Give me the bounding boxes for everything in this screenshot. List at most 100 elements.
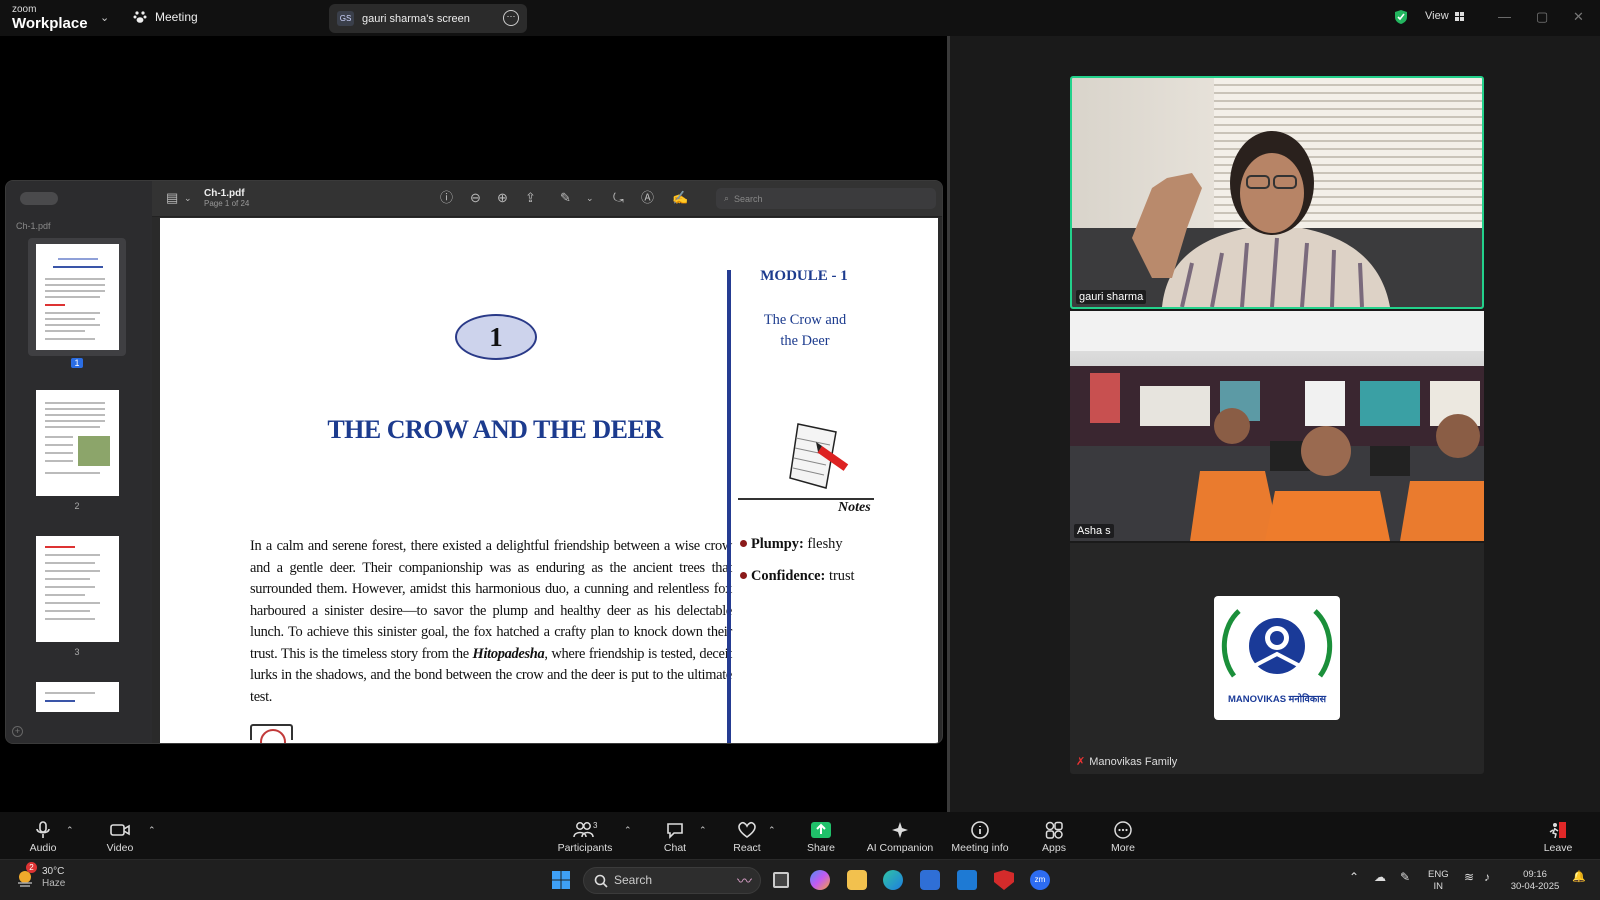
onedrive-cloud-icon[interactable]: ☁ <box>1374 871 1386 883</box>
edge-browser-icon[interactable] <box>883 870 903 890</box>
participants-button[interactable]: 3 Participants <box>549 820 621 854</box>
dell-icon[interactable] <box>957 870 977 890</box>
chevron-up-icon[interactable]: ⌃ <box>1349 871 1359 883</box>
grid-icon <box>1454 11 1464 21</box>
taskbar-search-box[interactable]: Search 〰 <box>583 867 761 894</box>
thumbnail-label: 1 <box>71 358 83 368</box>
meeting-menu[interactable]: Meeting <box>133 10 198 24</box>
participant-name-label: ✗ Manovikas Family <box>1076 755 1177 768</box>
info-icon[interactable]: ⓘ <box>440 191 453 204</box>
page-info: Page 1 of 24 <box>204 199 250 208</box>
wifi-icon[interactable]: ≋ <box>1464 871 1474 883</box>
module-subtitle-line: The Crow and <box>763 312 847 328</box>
thumbnail-image <box>36 536 119 642</box>
file-explorer-icon[interactable] <box>847 870 867 890</box>
share-icon[interactable]: ⇪ <box>525 191 536 204</box>
notepad-pencil-icon <box>789 423 849 489</box>
minimize-icon[interactable]: — <box>1498 9 1511 24</box>
copilot-icon[interactable] <box>810 870 830 890</box>
paw-icon <box>133 11 147 23</box>
video-tile[interactable]: Asha s <box>1070 311 1484 541</box>
chevron-up-icon[interactable]: ⌃ <box>768 825 776 836</box>
meeting-info-button[interactable]: Meeting info <box>944 820 1016 854</box>
shared-screen-label: gauri sharma's screen <box>362 12 470 25</box>
thumbnail-label: 2 <box>74 501 80 511</box>
chapter-body-text: In a calm and serene forest, there exist… <box>250 536 732 708</box>
chevron-up-icon[interactable]: ⌃ <box>624 825 632 836</box>
page-thumbnail[interactable] <box>28 676 126 712</box>
language-code: ENG <box>1428 869 1449 880</box>
sparkle-icon <box>892 822 908 838</box>
margin-rule <box>727 270 731 743</box>
chevron-down-icon[interactable]: ⌄ <box>184 194 192 203</box>
page-thumbnail[interactable]: 2 <box>28 384 126 511</box>
close-icon[interactable]: ✕ <box>1573 9 1584 25</box>
weather-widget[interactable]: 2 30°C Haze <box>16 862 65 890</box>
ai-companion-label: AI Companion <box>866 842 934 854</box>
apps-button[interactable]: Apps <box>1019 820 1089 854</box>
rotate-icon[interactable]: ⤿ <box>613 191 624 204</box>
chevron-up-icon[interactable]: ⌃ <box>66 825 74 836</box>
zoom-workplace-logo[interactable]: zoom Workplace <box>12 4 88 32</box>
weather-temperature: 30°C <box>42 866 65 877</box>
clock-date: 30-04-2025 <box>1510 881 1560 892</box>
leave-button[interactable]: Leave <box>1523 820 1593 854</box>
pen-menu-icon[interactable]: ✎ <box>1400 871 1410 883</box>
logo-main-text: Workplace <box>12 15 88 32</box>
zoom-out-icon[interactable]: ⊖ <box>470 191 481 204</box>
encryption-shield-icon[interactable] <box>1394 9 1408 25</box>
chevron-down-icon[interactable]: ⌄ <box>586 194 594 203</box>
video-button[interactable]: Video <box>85 820 155 854</box>
notification-bell-icon[interactable]: 🔔 <box>1572 871 1586 883</box>
panel-splitter[interactable] <box>947 36 950 812</box>
chevron-up-icon[interactable]: ⌃ <box>148 825 156 836</box>
windows-taskbar: 2 30°C Haze Search 〰 zm ⌃ ☁ ✎ ENG IN ≋ ♪… <box>0 859 1600 900</box>
view-menu[interactable]: View <box>1425 10 1464 22</box>
taskbar-search-label: Search <box>614 873 653 887</box>
participant-name-label: Asha s <box>1074 524 1114 538</box>
markup-icon[interactable]: Ⓐ <box>641 191 654 204</box>
view-label: View <box>1425 10 1449 22</box>
mcafee-icon[interactable] <box>994 870 1014 890</box>
more-options-icon[interactable]: ··· <box>503 10 519 26</box>
document-title: Ch-1.pdf Page 1 of 24 <box>204 188 249 208</box>
signature-icon[interactable]: ✍ <box>672 191 688 204</box>
more-button[interactable]: More <box>1088 820 1158 854</box>
shared-screen-chip[interactable]: GS gauri sharma's screen ··· <box>329 4 527 33</box>
body-text-italic: Hitopadesha <box>472 645 545 662</box>
microsoft-store-icon[interactable] <box>920 870 940 890</box>
volume-icon[interactable]: ♪ <box>1484 871 1490 883</box>
zoom-in-icon[interactable]: ⊕ <box>497 191 508 204</box>
zoom-app-icon[interactable]: zm <box>1030 870 1050 890</box>
sidebar-toggle[interactable] <box>20 192 58 205</box>
windows-start-icon[interactable] <box>551 870 571 890</box>
search-placeholder: Search <box>734 193 763 204</box>
language-indicator[interactable]: ENG IN <box>1428 869 1449 893</box>
pdf-page: 1 THE CROW AND THE DEER In a calm and se… <box>160 218 938 743</box>
share-button[interactable]: Share <box>786 820 856 854</box>
page-thumbnail[interactable]: 3 <box>28 530 126 657</box>
glossary-term: Confidence: <box>751 568 826 584</box>
add-icon[interactable]: + <box>12 726 23 737</box>
chevron-up-icon[interactable]: ⌃ <box>699 825 707 836</box>
chat-label: Chat <box>663 842 687 854</box>
glossary-meaning: fleshy <box>807 536 843 552</box>
thumbnail-image <box>36 390 119 496</box>
video-tile-avatar[interactable]: MANOVIKAS मनोविकास ✗ Manovikas Family <box>1070 543 1484 774</box>
chevron-down-icon[interactable]: ⌄ <box>100 11 109 24</box>
chat-icon <box>667 823 683 839</box>
info-icon <box>971 821 989 839</box>
page-thumbnail[interactable]: 1 <box>28 238 126 368</box>
logo-top-text: zoom <box>12 4 37 15</box>
module-subtitle-line: the Deer <box>780 333 830 349</box>
task-view-icon[interactable] <box>773 872 789 888</box>
sidebar-view-icon[interactable]: ▤ <box>166 191 178 204</box>
pdf-search-input[interactable]: ⌕ Search <box>716 188 936 209</box>
clock[interactable]: 09:16 30-04-2025 <box>1510 869 1560 893</box>
thumbnail-image <box>36 682 119 712</box>
maximize-icon[interactable]: ▢ <box>1536 9 1548 25</box>
participant-name: Manovikas Family <box>1089 756 1178 768</box>
video-tile-active-speaker[interactable]: gauri sharma <box>1070 76 1484 309</box>
pen-icon[interactable]: ✎ <box>560 191 571 204</box>
ai-companion-button[interactable]: AI Companion <box>860 820 940 854</box>
